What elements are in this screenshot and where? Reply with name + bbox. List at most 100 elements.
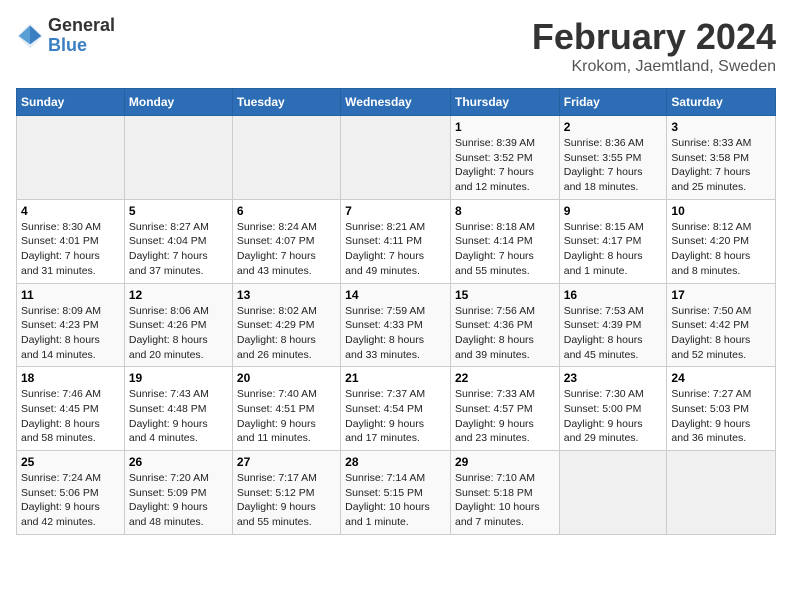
header-friday: Friday <box>559 89 667 116</box>
day-cell: 10 Sunrise: 8:12 AM Sunset: 4:20 PM Dayli… <box>667 199 776 283</box>
day-info: Sunrise: 8:12 AM Sunset: 4:20 PM Dayligh… <box>671 220 771 279</box>
day-cell: 14 Sunrise: 7:59 AM Sunset: 4:33 PM Dayli… <box>341 283 451 367</box>
logo-icon <box>16 22 44 50</box>
day-cell <box>341 116 451 200</box>
day-info: Sunrise: 7:59 AM Sunset: 4:33 PM Dayligh… <box>345 304 446 363</box>
day-info: Sunrise: 7:33 AM Sunset: 4:57 PM Dayligh… <box>455 387 555 446</box>
week-row-3: 18Sunrise: 7:46 AM Sunset: 4:45 PM Dayli… <box>17 367 776 451</box>
calendar-body: 1 Sunrise: 8:39 AM Sunset: 3:52 PM Daylig… <box>17 116 776 535</box>
day-number: 16 <box>564 288 663 302</box>
day-info: Sunrise: 7:40 AM Sunset: 4:51 PM Dayligh… <box>237 387 336 446</box>
day-number: 7 <box>345 204 446 218</box>
day-info: Sunrise: 8:18 AM Sunset: 4:14 PM Dayligh… <box>455 220 555 279</box>
day-number: 20 <box>237 371 336 385</box>
day-number: 28 <box>345 455 446 469</box>
day-cell: 19 Sunrise: 7:43 AM Sunset: 4:48 PM Dayli… <box>124 367 232 451</box>
day-cell: 2 Sunrise: 8:36 AM Sunset: 3:55 PM Daylig… <box>559 116 667 200</box>
week-row-1: 4Sunrise: 8:30 AM Sunset: 4:01 PM Daylig… <box>17 199 776 283</box>
day-cell: 6 Sunrise: 8:24 AM Sunset: 4:07 PM Daylig… <box>232 199 340 283</box>
day-cell: 18Sunrise: 7:46 AM Sunset: 4:45 PM Dayli… <box>17 367 125 451</box>
day-number: 25 <box>21 455 120 469</box>
day-cell: 7 Sunrise: 8:21 AM Sunset: 4:11 PM Daylig… <box>341 199 451 283</box>
day-info: Sunrise: 8:24 AM Sunset: 4:07 PM Dayligh… <box>237 220 336 279</box>
day-number: 3 <box>671 120 771 134</box>
day-cell: 23 Sunrise: 7:30 AM Sunset: 5:00 PM Dayli… <box>559 367 667 451</box>
day-number: 24 <box>671 371 771 385</box>
day-number: 14 <box>345 288 446 302</box>
week-row-4: 25 Sunrise: 7:24 AM Sunset: 5:06 PM Dayli… <box>17 451 776 535</box>
header-saturday: Saturday <box>667 89 776 116</box>
day-cell <box>232 116 340 200</box>
day-info: Sunrise: 7:10 AM Sunset: 5:18 PM Dayligh… <box>455 471 555 530</box>
day-cell: 1 Sunrise: 8:39 AM Sunset: 3:52 PM Daylig… <box>450 116 559 200</box>
day-info: Sunrise: 7:43 AM Sunset: 4:48 PM Dayligh… <box>129 387 228 446</box>
day-cell: 28 Sunrise: 7:14 AM Sunset: 5:15 PM Dayli… <box>341 451 451 535</box>
day-info: Sunrise: 7:24 AM Sunset: 5:06 PM Dayligh… <box>21 471 120 530</box>
day-number: 10 <box>671 204 771 218</box>
logo: General Blue <box>16 16 115 56</box>
day-info: Sunrise: 8:33 AM Sunset: 3:58 PM Dayligh… <box>671 136 771 195</box>
logo-text: General Blue <box>48 16 115 56</box>
header-monday: Monday <box>124 89 232 116</box>
day-info: Sunrise: 7:14 AM Sunset: 5:15 PM Dayligh… <box>345 471 446 530</box>
day-number: 6 <box>237 204 336 218</box>
day-info: Sunrise: 8:06 AM Sunset: 4:26 PM Dayligh… <box>129 304 228 363</box>
header-wednesday: Wednesday <box>341 89 451 116</box>
page-header: General Blue February 2024 Krokom, Jaemt… <box>16 16 776 76</box>
day-info: Sunrise: 8:09 AM Sunset: 4:23 PM Dayligh… <box>21 304 120 363</box>
day-number: 19 <box>129 371 228 385</box>
day-cell: 20 Sunrise: 7:40 AM Sunset: 4:51 PM Dayli… <box>232 367 340 451</box>
day-cell: 26 Sunrise: 7:20 AM Sunset: 5:09 PM Dayli… <box>124 451 232 535</box>
day-cell: 3 Sunrise: 8:33 AM Sunset: 3:58 PM Daylig… <box>667 116 776 200</box>
day-number: 15 <box>455 288 555 302</box>
day-info: Sunrise: 8:15 AM Sunset: 4:17 PM Dayligh… <box>564 220 663 279</box>
day-cell: 17Sunrise: 7:50 AM Sunset: 4:42 PM Dayli… <box>667 283 776 367</box>
day-info: Sunrise: 8:02 AM Sunset: 4:29 PM Dayligh… <box>237 304 336 363</box>
day-cell: 16 Sunrise: 7:53 AM Sunset: 4:39 PM Dayli… <box>559 283 667 367</box>
day-info: Sunrise: 7:46 AM Sunset: 4:45 PM Dayligh… <box>21 387 120 446</box>
day-cell: 9 Sunrise: 8:15 AM Sunset: 4:17 PM Daylig… <box>559 199 667 283</box>
day-cell: 15Sunrise: 7:56 AM Sunset: 4:36 PM Dayli… <box>450 283 559 367</box>
calendar-header: SundayMondayTuesdayWednesdayThursdayFrid… <box>17 89 776 116</box>
day-number: 5 <box>129 204 228 218</box>
day-info: Sunrise: 8:21 AM Sunset: 4:11 PM Dayligh… <box>345 220 446 279</box>
day-number: 9 <box>564 204 663 218</box>
day-cell <box>559 451 667 535</box>
day-number: 1 <box>455 120 555 134</box>
day-number: 12 <box>129 288 228 302</box>
day-number: 26 <box>129 455 228 469</box>
day-number: 13 <box>237 288 336 302</box>
day-number: 2 <box>564 120 663 134</box>
day-info: Sunrise: 7:20 AM Sunset: 5:09 PM Dayligh… <box>129 471 228 530</box>
day-info: Sunrise: 8:39 AM Sunset: 3:52 PM Dayligh… <box>455 136 555 195</box>
day-cell: 21Sunrise: 7:37 AM Sunset: 4:54 PM Dayli… <box>341 367 451 451</box>
header-row: SundayMondayTuesdayWednesdayThursdayFrid… <box>17 89 776 116</box>
day-info: Sunrise: 7:37 AM Sunset: 4:54 PM Dayligh… <box>345 387 446 446</box>
day-cell: 29 Sunrise: 7:10 AM Sunset: 5:18 PM Dayli… <box>450 451 559 535</box>
day-cell <box>667 451 776 535</box>
day-info: Sunrise: 7:53 AM Sunset: 4:39 PM Dayligh… <box>564 304 663 363</box>
day-number: 17 <box>671 288 771 302</box>
day-cell: 27 Sunrise: 7:17 AM Sunset: 5:12 PM Dayli… <box>232 451 340 535</box>
day-cell: 4Sunrise: 8:30 AM Sunset: 4:01 PM Daylig… <box>17 199 125 283</box>
day-cell <box>124 116 232 200</box>
day-number: 29 <box>455 455 555 469</box>
day-number: 8 <box>455 204 555 218</box>
logo-general: General <box>48 16 115 36</box>
day-info: Sunrise: 8:36 AM Sunset: 3:55 PM Dayligh… <box>564 136 663 195</box>
header-sunday: Sunday <box>17 89 125 116</box>
day-number: 4 <box>21 204 120 218</box>
day-info: Sunrise: 7:30 AM Sunset: 5:00 PM Dayligh… <box>564 387 663 446</box>
month-title: February 2024 <box>532 16 776 58</box>
day-cell: 25 Sunrise: 7:24 AM Sunset: 5:06 PM Dayli… <box>17 451 125 535</box>
header-thursday: Thursday <box>450 89 559 116</box>
week-row-2: 11Sunrise: 8:09 AM Sunset: 4:23 PM Dayli… <box>17 283 776 367</box>
day-cell <box>17 116 125 200</box>
day-number: 23 <box>564 371 663 385</box>
day-number: 27 <box>237 455 336 469</box>
day-cell: 12 Sunrise: 8:06 AM Sunset: 4:26 PM Dayli… <box>124 283 232 367</box>
week-row-0: 1 Sunrise: 8:39 AM Sunset: 3:52 PM Daylig… <box>17 116 776 200</box>
day-info: Sunrise: 7:17 AM Sunset: 5:12 PM Dayligh… <box>237 471 336 530</box>
day-info: Sunrise: 8:27 AM Sunset: 4:04 PM Dayligh… <box>129 220 228 279</box>
title-section: February 2024 Krokom, Jaemtland, Sweden <box>532 16 776 76</box>
